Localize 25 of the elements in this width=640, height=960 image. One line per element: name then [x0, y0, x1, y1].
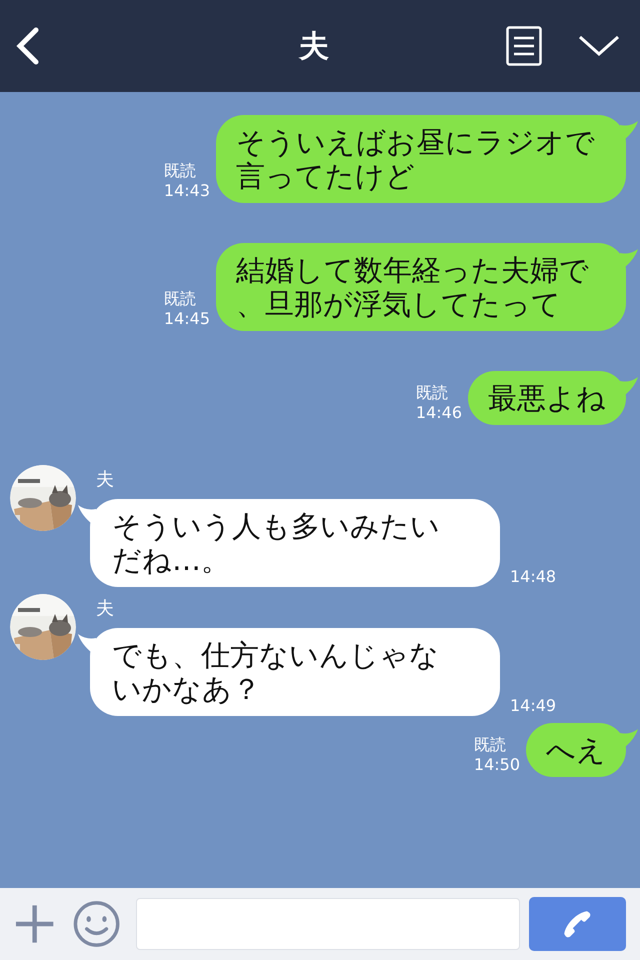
message-time: 14:45 [164, 309, 210, 329]
notes-icon[interactable] [506, 26, 542, 66]
sender-name: 夫 [96, 597, 115, 621]
read-receipt: 既読 [474, 735, 506, 755]
sender-name: 夫 [96, 468, 115, 492]
message-time: 14:46 [416, 403, 462, 423]
read-receipt: 既読 [416, 383, 448, 403]
message-bubble: そういえばお昼にラジオで言ってたけど [216, 115, 626, 203]
message-time: 14:50 [474, 755, 520, 775]
message-time: 14:48 [510, 567, 556, 587]
smiley-icon[interactable] [73, 900, 120, 948]
read-receipt: 既読 [164, 161, 196, 181]
message-time: 14:43 [164, 181, 210, 201]
plus-icon[interactable] [14, 903, 56, 945]
read-receipt: 既読 [164, 289, 196, 309]
message-bubble: そういう人も多いみたいだね…。 [90, 499, 500, 587]
call-button[interactable] [528, 897, 626, 951]
message-bubble: へえ [526, 723, 626, 777]
chat-title: 夫 [299, 28, 329, 66]
message-input[interactable] [136, 898, 520, 950]
message-bubble: でも、仕方ないんじゃないかなあ？ [90, 628, 500, 716]
chevron-down-icon[interactable] [578, 34, 620, 58]
message-bubble: 結婚して数年経った夫婦で、旦那が浮気してたって [216, 243, 626, 331]
message-bubble: 最悪よね [468, 371, 626, 425]
message-time: 14:49 [510, 696, 556, 716]
